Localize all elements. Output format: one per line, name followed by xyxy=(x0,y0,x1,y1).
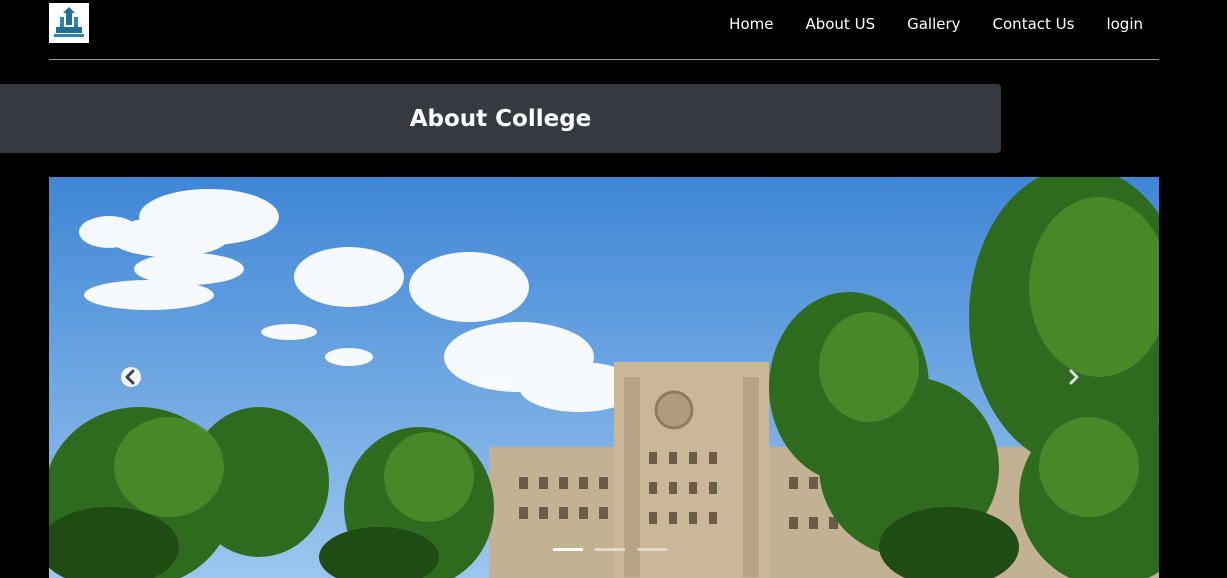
nav-home-link[interactable]: Home xyxy=(713,13,789,35)
carousel-next-button[interactable] xyxy=(1062,365,1086,389)
nav-divider xyxy=(49,59,1159,60)
carousel-indicator-3[interactable] xyxy=(637,548,667,551)
nav-contact-link[interactable]: Contact Us xyxy=(977,13,1091,35)
nav-login-link[interactable]: login xyxy=(1090,13,1143,35)
nav-about-link[interactable]: About US xyxy=(789,13,891,35)
carousel-prev-button[interactable] xyxy=(119,365,143,389)
nav-links: Home About US Gallery Contact Us login xyxy=(713,13,1143,35)
nav-gallery-link[interactable]: Gallery xyxy=(891,13,976,35)
carousel-indicator-1[interactable] xyxy=(553,548,583,551)
navbar: Home About US Gallery Contact Us login xyxy=(0,0,1227,60)
carousel-indicator-2[interactable] xyxy=(595,548,625,551)
image-carousel[interactable] xyxy=(49,177,1159,578)
campus-photo xyxy=(49,177,1159,578)
carousel-indicators xyxy=(553,548,667,551)
chevron-right-icon xyxy=(1069,369,1079,385)
page-title: About College xyxy=(409,105,592,132)
university-logo-icon[interactable] xyxy=(49,3,89,43)
chevron-left-icon xyxy=(121,367,141,387)
about-banner: About College xyxy=(0,84,1001,153)
